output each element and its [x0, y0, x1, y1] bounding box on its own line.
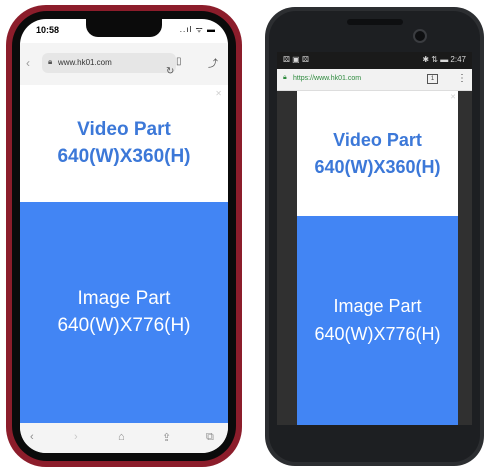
android-device: ⚄ ▣ ⚄ ✱ ⇅ ▬ 2:47 🔒︎ https://www.hk01.com…: [265, 7, 484, 466]
video-part-block: Video Part 640(W)X360(H): [297, 91, 458, 216]
video-part-dimensions: 640(W)X360(H): [57, 145, 191, 167]
android-side-margin-left: [277, 91, 297, 425]
ios-status-icons: ..ıl ᯤ ▬: [179, 25, 216, 34]
image-part-label: Image Part: [333, 295, 422, 316]
close-icon[interactable]: ✕: [215, 89, 222, 98]
ios-browser-toolbar: ‹ › ⌂ ⇪ ⧉: [20, 423, 228, 453]
android-speaker: [347, 19, 403, 25]
iphone-screen: 10:58 ..ıl ᯤ ▬ ‹ 🔒︎ www.hk01.com ↻ ▯ ⤴ V…: [20, 19, 228, 453]
video-part-block: Video Part 640(W)X360(H): [20, 85, 228, 202]
image-part-block: Image Part 640(W)X776(H): [297, 216, 458, 425]
image-part-label: Image Part: [77, 287, 171, 309]
iphone-notch: [86, 19, 162, 37]
menu-icon[interactable]: ⋮: [457, 73, 467, 84]
home-icon[interactable]: ⌂: [118, 431, 125, 443]
android-url-text[interactable]: https://www.hk01.com: [293, 75, 361, 82]
iphone-device: 10:58 ..ıl ᯤ ▬ ‹ 🔒︎ www.hk01.com ↻ ▯ ⤴ V…: [6, 5, 242, 467]
ios-url-field[interactable]: 🔒︎ www.hk01.com ↻: [42, 53, 176, 77]
tabs-count-icon[interactable]: 1: [427, 74, 438, 84]
video-part-label: Video Part: [77, 118, 171, 140]
book-icon[interactable]: ▯: [176, 56, 182, 67]
tabs-icon[interactable]: ⧉: [206, 431, 214, 444]
reload-icon[interactable]: ↻: [166, 66, 174, 77]
android-screen: 🔒︎ https://www.hk01.com 1 ⋮ Video Part 6…: [277, 69, 472, 425]
chevron-left-icon[interactable]: ‹: [26, 56, 30, 70]
share-icon[interactable]: ⇪: [162, 431, 171, 444]
ios-time: 10:58: [36, 25, 60, 35]
close-icon[interactable]: ✕: [450, 93, 456, 101]
video-part-dimensions: 640(W)X360(H): [314, 156, 441, 177]
lock-icon: 🔒︎: [48, 57, 53, 66]
android-status-bar: ⚄ ▣ ⚄ ✱ ⇅ ▬ 2:47: [277, 52, 472, 69]
forward-icon[interactable]: ›: [74, 431, 78, 443]
ios-url-text: www.hk01.com: [58, 58, 112, 67]
android-browser-url-bar[interactable]: 🔒︎ https://www.hk01.com 1 ⋮: [277, 69, 472, 91]
ios-browser-url-bar: ‹ 🔒︎ www.hk01.com ↻ ▯ ⤴: [20, 43, 228, 85]
image-part-dimensions: 640(W)X776(H): [314, 323, 441, 344]
android-status-left-icons: ⚄ ▣ ⚄: [283, 55, 309, 64]
video-part-label: Video Part: [333, 129, 422, 150]
android-status-right: ✱ ⇅ ▬ 2:47: [422, 55, 466, 64]
lock-icon: 🔒︎: [283, 74, 287, 81]
back-icon[interactable]: ‹: [30, 431, 34, 443]
android-side-margin-right: [458, 91, 472, 425]
share-icon[interactable]: ⤴: [208, 55, 218, 70]
image-part-block: Image Part 640(W)X776(H): [20, 202, 228, 423]
image-part-dimensions: 640(W)X776(H): [57, 314, 191, 336]
camera-icon: [413, 29, 427, 43]
